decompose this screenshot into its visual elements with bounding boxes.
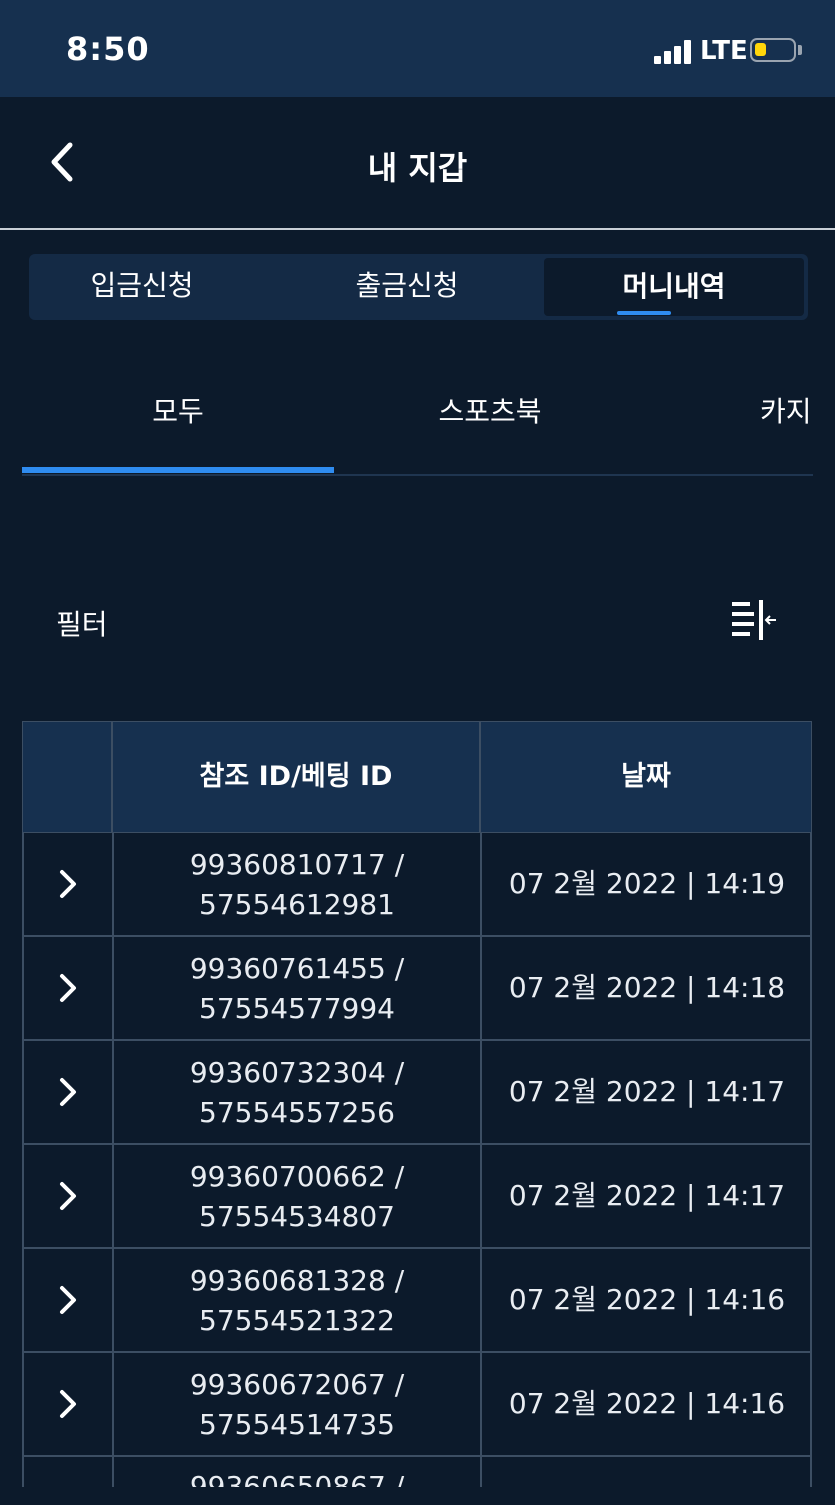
table-row-partial[interactable]: 99360650867 / xyxy=(22,1457,812,1487)
chevron-right-icon xyxy=(60,1078,76,1106)
header: 내 지갑 xyxy=(0,97,835,230)
tab-money-history[interactable]: 머니내역 xyxy=(544,258,804,316)
row-expand-button[interactable] xyxy=(24,1249,112,1351)
tab-all[interactable]: 모두 xyxy=(22,390,334,430)
filter-lines-icon[interactable] xyxy=(728,598,780,642)
cell-date: 07 2월 2022 | 14:18 xyxy=(508,971,786,1004)
active-tab-underline xyxy=(617,311,671,315)
network-label: LTE xyxy=(700,36,748,66)
status-time: 8:50 xyxy=(66,30,150,68)
row-expand-button[interactable] xyxy=(24,833,112,935)
table-row[interactable]: 99360700662 / 57554534807 07 2월 2022 | 1… xyxy=(22,1145,812,1249)
cell-ids: 99360672067 / 57554514735 xyxy=(114,1353,480,1455)
cell-ids: 99360732304 / 57554557256 xyxy=(114,1041,480,1143)
page-title: 내 지갑 xyxy=(367,149,468,187)
ref-id: 99360650867 / xyxy=(189,1470,405,1487)
cell-date: 07 2월 2022 | 14:17 xyxy=(508,1179,786,1212)
tab-deposit-request[interactable]: 입금신청 xyxy=(29,254,255,320)
table-header: 참조 ID/베팅 ID 날짜 xyxy=(22,721,812,833)
battery-icon xyxy=(750,38,796,62)
table-row[interactable]: 99360732304 / 57554557256 07 2월 2022 | 1… xyxy=(22,1041,812,1145)
table-row[interactable]: 99360681328 / 57554521322 07 2월 2022 | 1… xyxy=(22,1249,812,1353)
status-bar: 8:50 LTE xyxy=(0,0,835,97)
table-row[interactable]: 99360761455 / 57554577994 07 2월 2022 | 1… xyxy=(22,937,812,1041)
row-expand-button[interactable] xyxy=(24,1353,112,1455)
bottom-fill xyxy=(0,1487,835,1505)
row-expand-button[interactable] xyxy=(24,1145,112,1247)
ref-id: 99360732304 / xyxy=(189,1056,405,1089)
ref-id: 99360810717 / xyxy=(189,848,405,881)
tab-withdraw-request[interactable]: 출금신청 xyxy=(294,254,520,320)
ref-id: 99360672067 / xyxy=(189,1368,405,1401)
column-header-expand xyxy=(23,722,111,832)
cell-ids: 99360681328 / 57554521322 xyxy=(114,1249,480,1351)
ref-id: 99360700662 / xyxy=(189,1160,405,1193)
column-header-ref-id: 참조 ID/베팅 ID xyxy=(199,761,393,792)
cell-date: 07 2월 2022 | 14:19 xyxy=(508,867,786,900)
chevron-right-icon xyxy=(60,870,76,898)
ref-id: 99360761455 / xyxy=(189,952,405,985)
bet-id: 57554521322 xyxy=(199,1304,395,1337)
signal-icon xyxy=(654,40,692,64)
category-active-indicator xyxy=(22,467,334,473)
battery-fill xyxy=(755,43,766,56)
battery-tip xyxy=(798,45,802,55)
bet-id: 57554514735 xyxy=(199,1408,395,1441)
filter-label[interactable]: 필터 xyxy=(56,603,108,643)
bet-id: 57554534807 xyxy=(199,1200,395,1233)
cell-ids: 99360810717 / 57554612981 xyxy=(114,833,480,935)
chevron-right-icon xyxy=(60,974,76,1002)
chevron-right-icon xyxy=(60,1286,76,1314)
cell-date: 07 2월 2022 | 14:16 xyxy=(508,1283,786,1316)
segment-tabs: 입금신청 출금신청 머니내역 xyxy=(29,254,808,320)
cell-ids: 99360761455 / 57554577994 xyxy=(114,937,480,1039)
column-header-date: 날짜 xyxy=(621,761,671,792)
row-expand-button[interactable] xyxy=(24,937,112,1039)
tab-casino[interactable]: 카지 xyxy=(760,390,813,430)
chevron-right-icon xyxy=(60,1390,76,1418)
cell-ids: 99360700662 / 57554534807 xyxy=(114,1145,480,1247)
row-expand-button[interactable] xyxy=(24,1041,112,1143)
bet-id: 57554557256 xyxy=(199,1096,395,1129)
cell-date: 07 2월 2022 | 14:17 xyxy=(508,1075,786,1108)
chevron-right-icon xyxy=(60,1182,76,1210)
ref-id: 99360681328 / xyxy=(189,1264,405,1297)
bet-id: 57554577994 xyxy=(199,992,395,1025)
table-row[interactable]: 99360672067 / 57554514735 07 2월 2022 | 1… xyxy=(22,1353,812,1457)
table-row[interactable]: 99360810717 / 57554612981 07 2월 2022 | 1… xyxy=(22,833,812,937)
category-divider xyxy=(22,474,813,476)
tab-sportsbook[interactable]: 스포츠북 xyxy=(334,390,646,430)
cell-date: 07 2월 2022 | 14:16 xyxy=(508,1387,786,1420)
category-tabs: 모두 스포츠북 카지 xyxy=(22,380,813,476)
bet-id: 57554612981 xyxy=(199,888,395,921)
cell-ids: 99360650867 / xyxy=(114,1457,480,1487)
